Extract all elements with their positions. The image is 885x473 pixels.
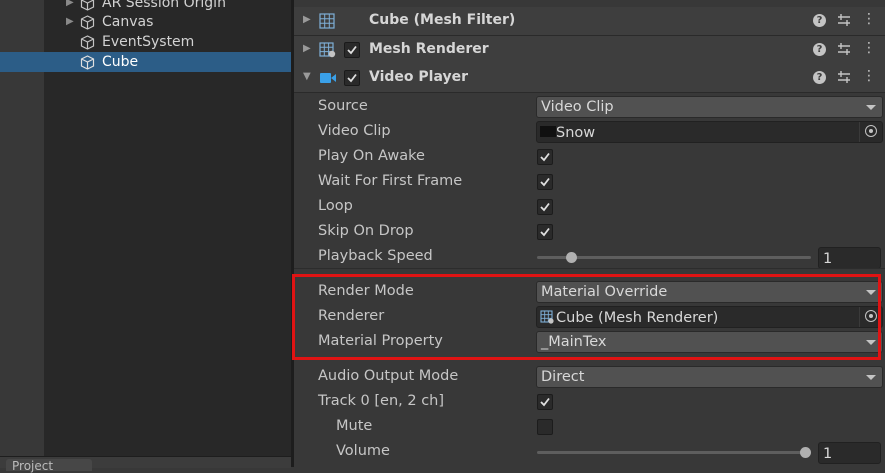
help-icon[interactable]: ? bbox=[813, 43, 826, 56]
track-0-checkbox[interactable] bbox=[537, 394, 553, 410]
kebab-menu-icon[interactable]: ⋮ bbox=[862, 40, 876, 56]
kebab-menu-icon[interactable]: ⋮ bbox=[862, 11, 876, 27]
dropdown-value: Video Clip bbox=[541, 99, 614, 115]
loop-checkbox[interactable] bbox=[537, 199, 553, 215]
component-enabled-checkbox[interactable] bbox=[344, 42, 360, 58]
foldout-expanded-icon[interactable]: ▼ bbox=[303, 71, 311, 82]
prop-label: Video Clip bbox=[318, 123, 391, 139]
playback-speed-slider-thumb[interactable] bbox=[565, 252, 577, 263]
preset-sliders-icon[interactable] bbox=[837, 13, 851, 27]
number-field-value: 1 bbox=[823, 251, 833, 267]
component-header-video-player[interactable]: ▼ Video Player ? ⋮ bbox=[294, 64, 885, 93]
gameobject-cube-icon bbox=[80, 55, 95, 70]
number-field-value: 1 bbox=[823, 446, 833, 462]
foldout-collapsed-icon[interactable]: ▶ bbox=[303, 43, 311, 54]
component-title: Mesh Renderer bbox=[369, 41, 489, 57]
gameobject-cube-icon bbox=[80, 35, 95, 50]
prop-label: Source bbox=[318, 98, 368, 114]
hierarchy-item-label: Cube bbox=[102, 54, 139, 70]
dropdown-arrow-icon bbox=[866, 375, 876, 380]
playback-speed-slider-track[interactable] bbox=[537, 256, 811, 259]
component-title: Video Player bbox=[369, 69, 468, 85]
hierarchy-item-label: EventSystem bbox=[102, 34, 195, 50]
prop-label: Loop bbox=[318, 198, 353, 214]
volume-slider-thumb[interactable] bbox=[800, 447, 811, 458]
help-icon[interactable]: ? bbox=[813, 71, 826, 84]
gameobject-cube-icon bbox=[80, 15, 95, 30]
section-separator bbox=[294, 268, 885, 269]
playback-speed-field[interactable]: 1 bbox=[818, 247, 881, 269]
play-on-awake-checkbox[interactable] bbox=[537, 149, 553, 165]
object-field-value: Snow bbox=[556, 125, 596, 141]
object-picker-button[interactable] bbox=[859, 122, 882, 142]
grid-icon bbox=[319, 13, 335, 29]
preset-sliders-icon[interactable] bbox=[837, 70, 851, 84]
source-dropdown[interactable]: Video Clip bbox=[536, 96, 883, 118]
hierarchy-item-label: Canvas bbox=[102, 14, 154, 30]
video-player-icon bbox=[320, 73, 336, 83]
help-icon[interactable]: ? bbox=[813, 14, 826, 27]
highlight-box bbox=[292, 274, 881, 360]
hierarchy-item-canvas[interactable]: ▶ Canvas bbox=[0, 12, 291, 32]
mesh-renderer-icon bbox=[319, 42, 336, 58]
prop-label: Volume bbox=[336, 443, 390, 459]
component-header-mesh-filter[interactable]: ▶ Cube (Mesh Filter) ? ⋮ bbox=[294, 7, 885, 36]
component-header-mesh-renderer[interactable]: ▶ Mesh Renderer ? ⋮ bbox=[294, 36, 885, 65]
video-clip-field[interactable]: Snow bbox=[536, 121, 883, 143]
hierarchy-item-eventsystem[interactable]: EventSystem bbox=[0, 32, 291, 52]
prop-label: Wait For First Frame bbox=[318, 173, 463, 189]
wait-for-first-frame-checkbox[interactable] bbox=[537, 174, 553, 190]
skip-on-drop-checkbox[interactable] bbox=[537, 224, 553, 240]
project-tab-label: Project bbox=[12, 459, 54, 473]
prop-label: Play On Awake bbox=[318, 148, 425, 164]
preset-sliders-icon[interactable] bbox=[837, 42, 851, 56]
prop-label: Mute bbox=[336, 418, 373, 434]
component-title: Cube (Mesh Filter) bbox=[369, 12, 516, 28]
volume-field[interactable]: 1 bbox=[818, 442, 881, 464]
prop-label: Track 0 [en, 2 ch] bbox=[318, 393, 445, 409]
kebab-menu-icon[interactable]: ⋮ bbox=[862, 68, 876, 84]
mute-checkbox[interactable] bbox=[537, 419, 553, 435]
video-clip-icon bbox=[540, 126, 556, 137]
component-enabled-checkbox[interactable] bbox=[344, 70, 360, 86]
prop-label: Playback Speed bbox=[318, 248, 433, 264]
expand-arrow-icon[interactable]: ▶ bbox=[66, 12, 74, 32]
hierarchy-item-cube[interactable]: Cube bbox=[0, 52, 291, 72]
gameobject-cube-icon bbox=[80, 0, 95, 11]
dropdown-value: Direct bbox=[541, 369, 585, 385]
volume-slider-track[interactable] bbox=[537, 451, 811, 454]
project-tab-bar: Project bbox=[0, 456, 291, 473]
prop-label: Skip On Drop bbox=[318, 223, 414, 239]
dropdown-arrow-icon bbox=[866, 105, 876, 110]
audio-output-mode-dropdown[interactable]: Direct bbox=[536, 366, 883, 388]
prop-label: Audio Output Mode bbox=[318, 368, 459, 384]
foldout-collapsed-icon[interactable]: ▶ bbox=[303, 14, 311, 25]
